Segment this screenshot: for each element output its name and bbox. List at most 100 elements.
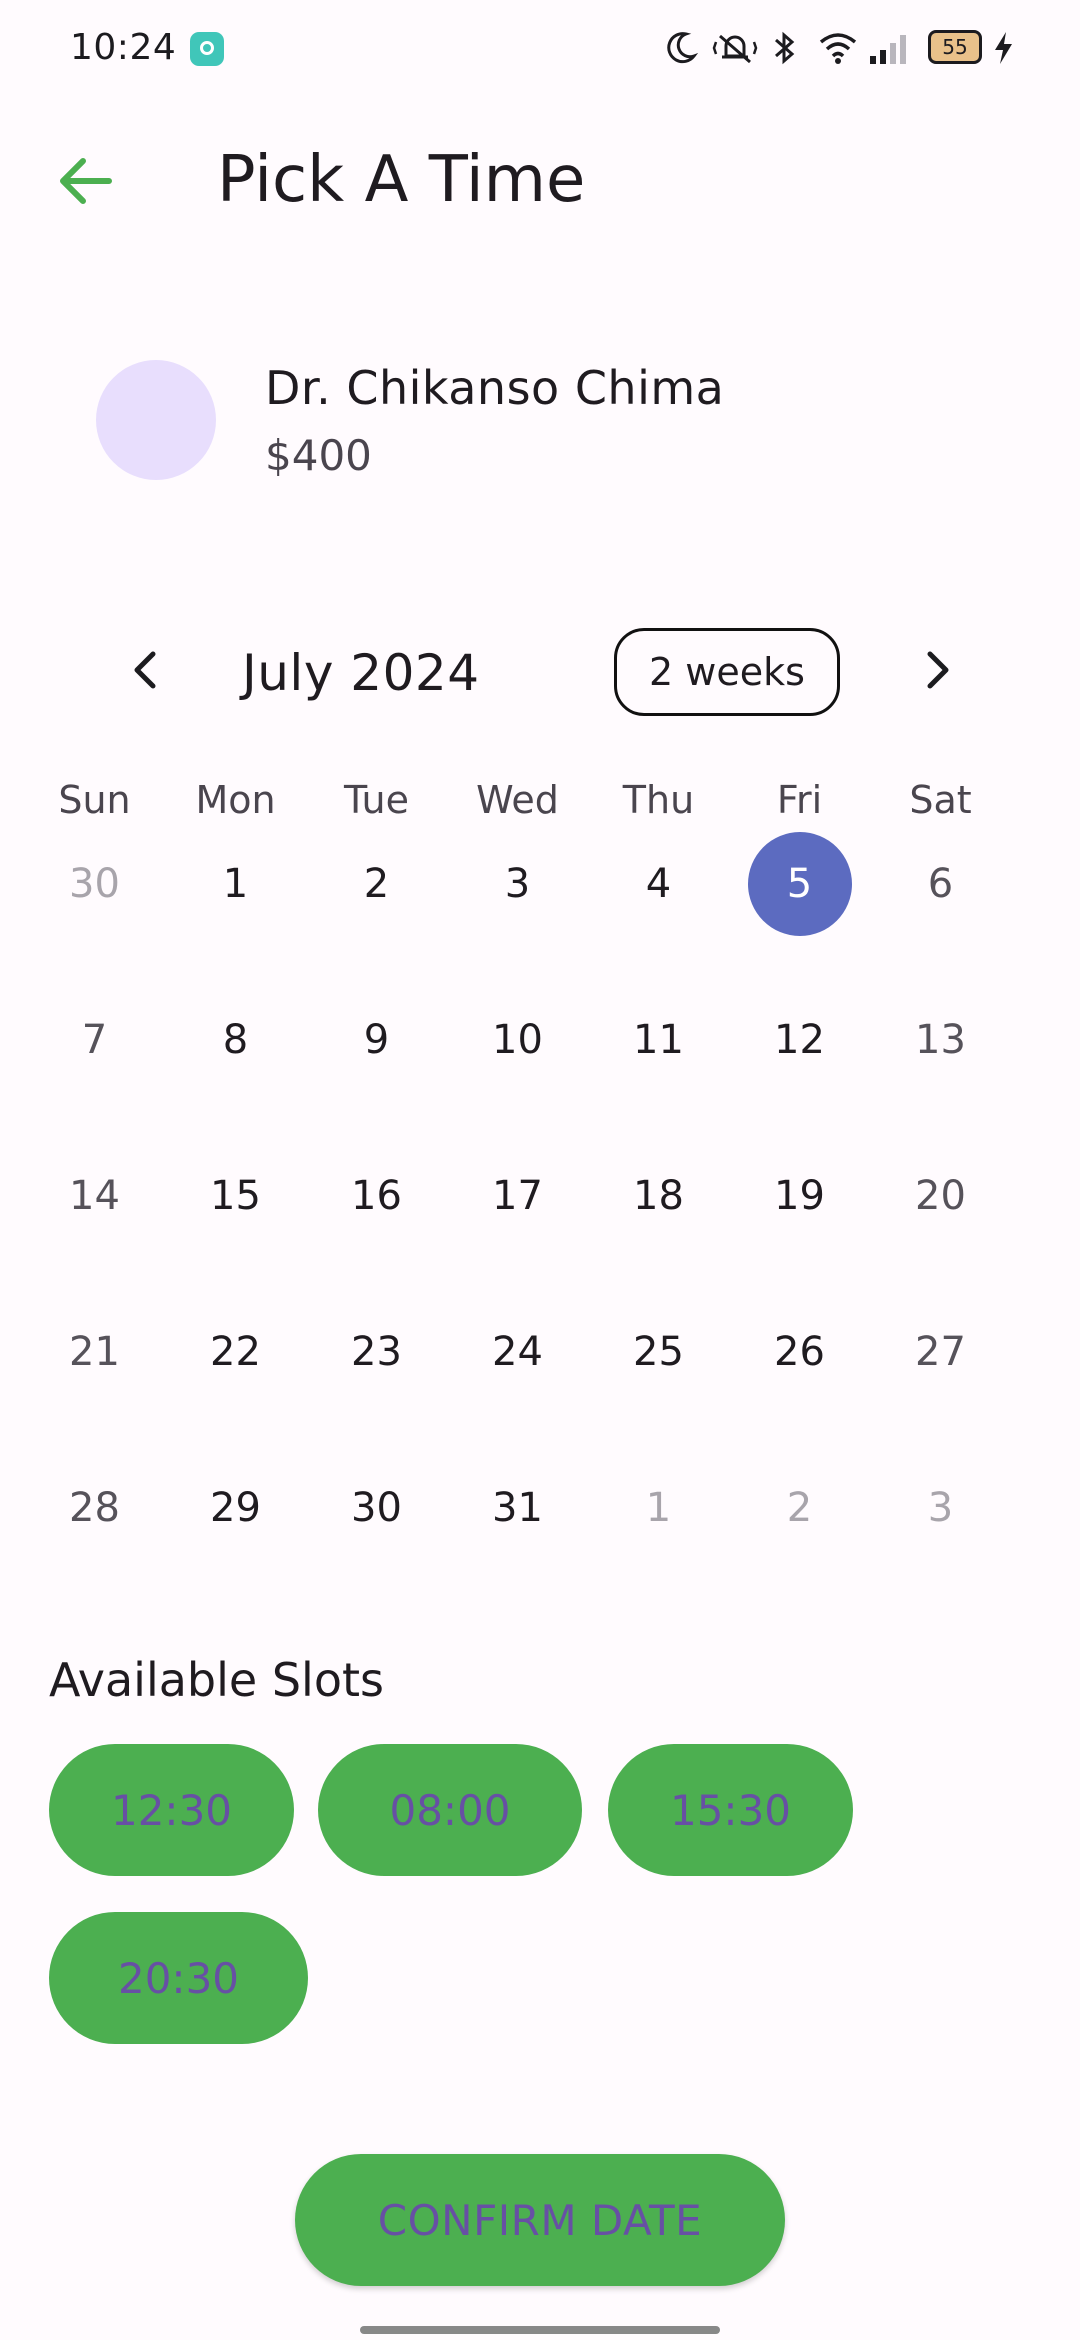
day-number: 31 [492,1485,543,1531]
calendar-day[interactable]: 19 [729,1140,870,1296]
calendar-day[interactable]: 20 [870,1140,1011,1296]
day-number: 1 [222,861,249,907]
avatar [96,360,216,480]
day-number: 1 [645,1485,672,1531]
calendar-day[interactable]: 17 [447,1140,588,1296]
calendar-day[interactable]: 1 [165,828,306,984]
month-title: July 2024 [242,644,480,702]
calendar-day[interactable]: 12 [729,984,870,1140]
day-number: 23 [351,1329,402,1375]
calendar-day[interactable]: 6 [870,828,1011,984]
calendar-grid: 30 1 2 3 4 5 6 7 8 9 10 11 12 13 14 15 16 17 18 19 20 21 22 23 2… [24,828,1056,1608]
calendar-day[interactable]: 26 [729,1296,870,1452]
day-number: 12 [774,1017,825,1063]
calendar-day[interactable]: 30 [306,1452,447,1608]
chevron-right-icon [927,651,949,689]
calendar-day[interactable]: 13 [870,984,1011,1140]
signal-icon [870,35,906,64]
day-number: 11 [633,1017,684,1063]
day-number: 13 [915,1017,966,1063]
day-number: 2 [786,1485,813,1531]
calendar-day[interactable]: 23 [306,1296,447,1452]
slot-button[interactable]: 20:30 [49,1912,308,2044]
calendar-day[interactable]: 3 [870,1452,1011,1608]
weekday-label: Sun [58,778,131,822]
home-indicator[interactable] [360,2326,720,2334]
day-number: 4 [645,861,672,907]
weekday-label: Tue [344,778,409,822]
doctor-price: $400 [265,431,372,480]
calendar-day[interactable]: 18 [588,1140,729,1296]
moon-icon [667,32,698,64]
calendar-day[interactable]: 22 [165,1296,306,1452]
day-number: 7 [81,1017,108,1063]
prev-month-button[interactable] [115,640,175,700]
doctor-name: Dr. Chikanso Chima [265,361,725,415]
calendar-day[interactable]: 2 [306,828,447,984]
day-number: 29 [210,1485,261,1531]
day-number: 30 [351,1485,402,1531]
calendar-day-selected[interactable]: 5 [729,828,870,984]
next-month-button[interactable] [908,640,968,700]
calendar-day[interactable]: 8 [165,984,306,1140]
app-notification-icon [190,32,224,66]
calendar-day[interactable]: 7 [24,984,165,1140]
calendar-day[interactable]: 2 [729,1452,870,1608]
calendar-day[interactable]: 16 [306,1140,447,1296]
page-title: Pick A Time [217,143,586,217]
calendar-day[interactable]: 27 [870,1296,1011,1452]
day-number: 21 [69,1329,120,1375]
calendar-day[interactable]: 28 [24,1452,165,1608]
slot-button[interactable]: 08:00 [318,1744,582,1876]
day-number: 2 [363,861,390,907]
calendar-day[interactable]: 30 [24,828,165,984]
calendar-day[interactable]: 24 [447,1296,588,1452]
day-number: 25 [633,1329,684,1375]
slot-button[interactable]: 15:30 [608,1744,853,1876]
charging-icon [995,32,1012,64]
slots-title: Available Slots [49,1653,384,1707]
calendar-day[interactable]: 21 [24,1296,165,1452]
day-number: 16 [351,1173,402,1219]
day-number: 6 [927,861,954,907]
weekday-label: Mon [195,778,276,822]
bluetooth-icon [775,31,795,65]
day-number: 28 [69,1485,120,1531]
day-number: 22 [210,1329,261,1375]
weekday-label: Sat [909,778,972,822]
day-number: 3 [504,861,531,907]
calendar-day[interactable]: 14 [24,1140,165,1296]
day-number: 20 [915,1173,966,1219]
day-number: 14 [69,1173,120,1219]
calendar-day[interactable]: 10 [447,984,588,1140]
weekday-label: Thu [622,778,695,822]
calendar-day[interactable]: 3 [447,828,588,984]
calendar-day[interactable]: 9 [306,984,447,1140]
calendar-day[interactable]: 31 [447,1452,588,1608]
day-number: 5 [747,832,852,936]
calendar-day[interactable]: 1 [588,1452,729,1608]
back-button[interactable] [50,146,120,216]
calendar-day[interactable]: 4 [588,828,729,984]
status-time: 10:24 [70,27,177,68]
mute-vibrate-icon [712,34,758,64]
confirm-date-button[interactable]: CONFIRM DATE [295,2154,785,2286]
slot-button[interactable]: 12:30 [49,1744,294,1876]
calendar-format-button[interactable]: 2 weeks [614,628,840,716]
calendar-day[interactable]: 11 [588,984,729,1140]
calendar-day[interactable]: 29 [165,1452,306,1608]
day-number: 3 [927,1485,954,1531]
day-number: 27 [915,1329,966,1375]
day-number: 26 [774,1329,825,1375]
weekday-label: Fri [776,778,823,822]
weekday-label: Wed [476,778,559,822]
day-number: 24 [492,1329,543,1375]
calendar-day[interactable]: 15 [165,1140,306,1296]
day-number: 18 [633,1173,684,1219]
day-number: 10 [492,1017,543,1063]
calendar-day[interactable]: 25 [588,1296,729,1452]
day-number: 15 [210,1173,261,1219]
day-number: 9 [363,1017,390,1063]
battery-icon: 55 [928,30,982,64]
chevron-left-icon [134,651,156,689]
